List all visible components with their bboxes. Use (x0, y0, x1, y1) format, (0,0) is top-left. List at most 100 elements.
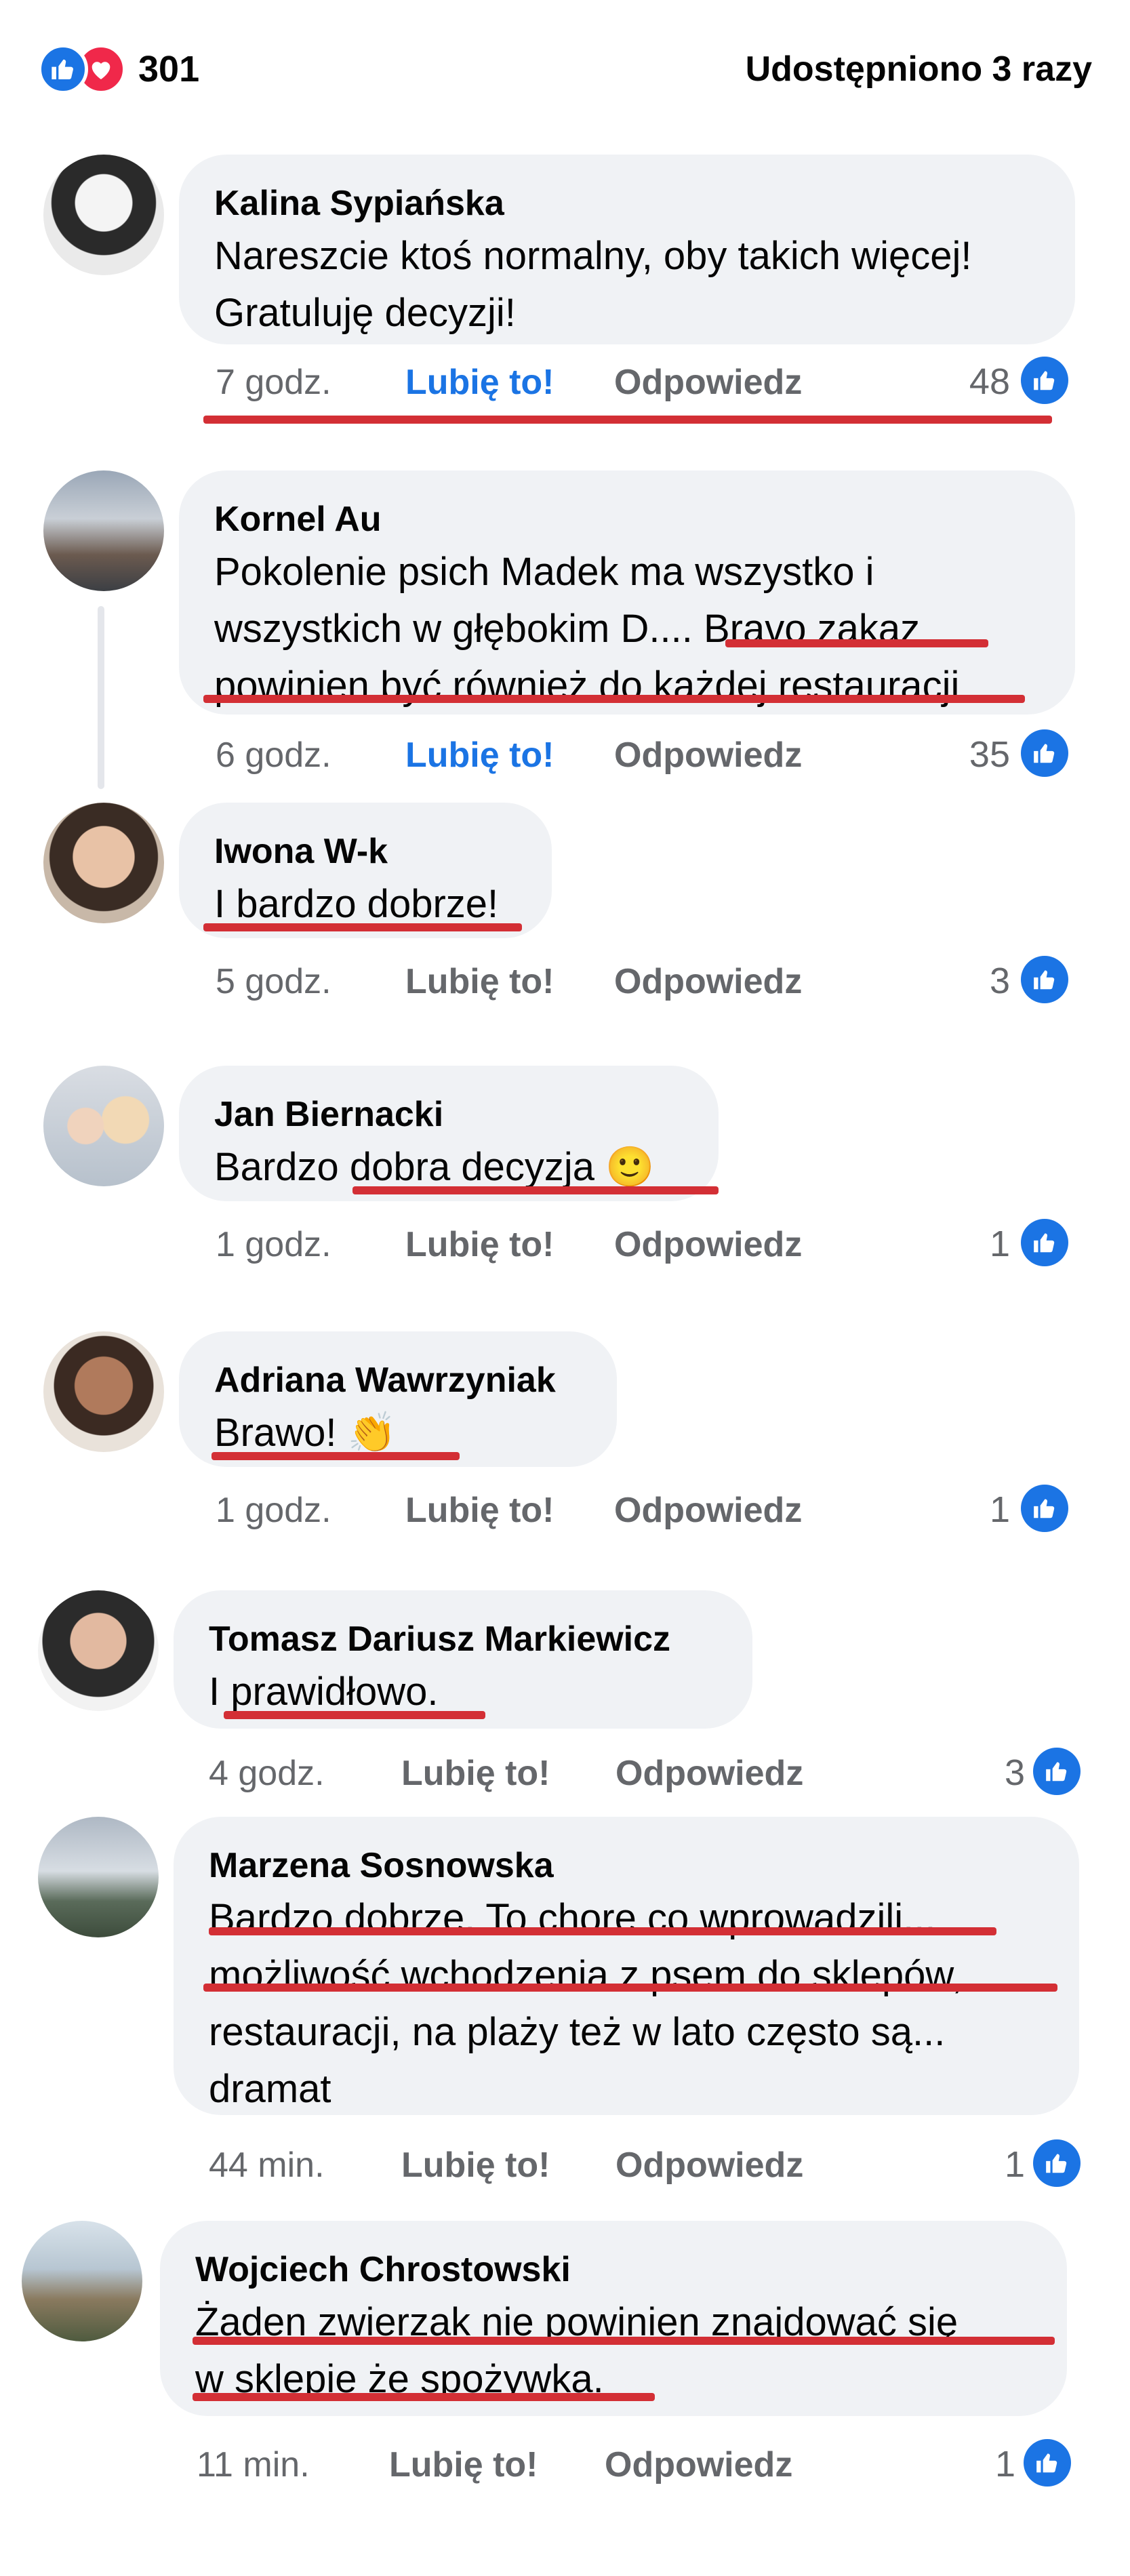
comment-actions: 44 min. Lubię to! Odpowiedz 1 (209, 2138, 1104, 2192)
thumbs-up-icon (1021, 1485, 1068, 1532)
avatar[interactable] (43, 1066, 164, 1186)
highlight-underline (209, 1927, 996, 1935)
like-count[interactable]: 1 (1005, 2144, 1025, 2186)
comment-bubble: Adriana Wawrzyniak Brawo! 👏 (179, 1331, 617, 1467)
comment-text-line: powinien być również do każdej restaurac… (214, 664, 960, 708)
comment-text-line: możliwość wchodzenia z psem do sklepów, (209, 1953, 963, 1997)
highlight-underline (211, 1452, 460, 1460)
comment-actions: 7 godz. Lubię to! Odpowiedz 48 (216, 355, 1110, 409)
thumbs-up-icon (1033, 2139, 1081, 2187)
thumbs-up-icon (1021, 357, 1068, 404)
comment-bubble: Iwona W-k I bardzo dobrze! (179, 803, 552, 938)
reply-button[interactable]: Odpowiedz (614, 961, 802, 1002)
comment-author[interactable]: Wojciech Chrostowski (195, 2248, 1032, 2291)
comment-author[interactable]: Jan Biernacki (214, 1093, 683, 1136)
like-button[interactable]: Lubię to! (405, 1490, 554, 1531)
highlight-underline (203, 695, 1025, 703)
like-count[interactable]: 48 (969, 361, 1010, 403)
shares-count-link[interactable]: Udostępniono 3 razy (746, 49, 1092, 89)
comment-actions: 1 godz. Lubię to! Odpowiedz 1 (216, 1217, 1110, 1272)
thumbs-up-icon (1033, 1748, 1081, 1795)
comment-actions: 4 godz. Lubię to! Odpowiedz 3 (209, 1746, 1104, 1800)
comment-text-line: Pokolenie psich Madek ma wszystko i (214, 550, 874, 594)
comment-bubble: Kornel Au Pokolenie psich Madek ma wszyst… (179, 470, 1075, 715)
reply-button[interactable]: Odpowiedz (616, 1753, 803, 1794)
comment-timestamp[interactable]: 5 godz. (216, 961, 331, 1002)
comment-actions: 1 godz. Lubię to! Odpowiedz 1 (216, 1483, 1110, 1537)
comment-timestamp[interactable]: 1 godz. (216, 1224, 331, 1265)
comment-bubble: Tomasz Dariusz Markiewicz I prawidłowo. (174, 1590, 752, 1729)
comment-bubble: Marzena Sosnowska Bardzo dobrze. To chore… (174, 1817, 1079, 2115)
avatar[interactable] (38, 1590, 159, 1711)
comment-text-line: Nareszcie ktoś normalny, oby takich więc… (214, 234, 972, 278)
avatar[interactable] (43, 1331, 164, 1452)
comment-timestamp[interactable]: 4 godz. (209, 1753, 325, 1794)
reply-button[interactable]: Odpowiedz (614, 735, 802, 776)
thumbs-up-icon (1024, 2439, 1071, 2487)
like-count[interactable]: 1 (990, 1489, 1010, 1531)
like-button[interactable]: Lubię to! (405, 961, 554, 1002)
highlight-underline (352, 1186, 719, 1194)
reply-thread-line (98, 606, 104, 789)
like-button[interactable]: Lubię to! (401, 2145, 550, 2186)
comment-timestamp[interactable]: 6 godz. (216, 735, 331, 776)
avatar[interactable] (43, 470, 164, 591)
comment-bubble: Kalina Sypiańska Nareszcie ktoś normalny,… (179, 155, 1075, 344)
comment-timestamp[interactable]: 1 godz. (216, 1490, 331, 1531)
highlight-underline (203, 923, 522, 931)
avatar[interactable] (38, 1817, 159, 1937)
comment-bubble: Wojciech Chrostowski Żaden zwierzak nie p… (160, 2221, 1067, 2416)
like-count[interactable]: 1 (995, 2443, 1015, 2485)
comment-author[interactable]: Iwona W-k (214, 830, 517, 873)
comment-timestamp[interactable]: 7 godz. (216, 362, 331, 403)
comment-text-line: wszystkich w głębokim D.... Bravo zakaz (214, 607, 921, 651)
highlight-underline (224, 1711, 485, 1719)
reply-button[interactable]: Odpowiedz (605, 2444, 792, 2485)
like-button[interactable]: Lubię to! (405, 735, 554, 776)
highlight-underline (203, 1984, 1057, 1992)
comment-author[interactable]: Kalina Sypiańska (214, 182, 1040, 225)
reaction-count: 301 (138, 49, 200, 89)
reply-button[interactable]: Odpowiedz (614, 1224, 802, 1265)
comment-actions: 11 min. Lubię to! Odpowiedz 1 (197, 2438, 1091, 2492)
comment-text: Pokolenie psich Madek ma wszystko i wszys… (214, 544, 1040, 715)
post-reactions-bar: 301 Udostępniono 3 razy (0, 0, 1130, 136)
comment-timestamp[interactable]: 44 min. (209, 2145, 325, 2186)
highlight-underline (193, 2393, 655, 2401)
like-button[interactable]: Lubię to! (405, 362, 554, 403)
comment-text-line: dramat (209, 2067, 331, 2111)
comment-text-line: Gratuluję decyzji! (214, 291, 516, 335)
comment-text: Żaden zwierzak nie powinien znajdować si… (195, 2294, 1032, 2408)
thumbs-up-icon (1021, 1219, 1068, 1266)
comment-text: Nareszcie ktoś normalny, oby takich więc… (214, 228, 1040, 342)
comment-author[interactable]: Adriana Wawrzyniak (214, 1359, 582, 1402)
like-count[interactable]: 1 (990, 1223, 1010, 1265)
highlight-underline (203, 416, 1052, 424)
comment-author[interactable]: Marzena Sosnowska (209, 1844, 1044, 1887)
reply-button[interactable]: Odpowiedz (614, 1490, 802, 1531)
thumbs-up-icon (1021, 729, 1068, 777)
like-count[interactable]: 3 (990, 960, 1010, 1002)
comment-timestamp[interactable]: 11 min. (197, 2444, 310, 2485)
thumbs-up-icon (1021, 956, 1068, 1003)
comment-actions: 6 godz. Lubię to! Odpowiedz 35 (216, 728, 1110, 782)
like-count[interactable]: 3 (1005, 1752, 1025, 1794)
comment-author[interactable]: Tomasz Dariusz Markiewicz (209, 1617, 717, 1661)
comment-text: Bardzo dobrze. To chore co wprowadzili..… (209, 1890, 1044, 2118)
reply-button[interactable]: Odpowiedz (614, 362, 802, 403)
avatar[interactable] (43, 155, 164, 275)
comment-bubble: Jan Biernacki Bardzo dobra decyzja 🙂 (179, 1066, 719, 1201)
reaction-summary[interactable]: 301 (38, 42, 199, 96)
avatar[interactable] (43, 803, 164, 923)
like-button[interactable]: Lubię to! (405, 1224, 554, 1265)
comment-actions: 5 godz. Lubię to! Odpowiedz 3 (216, 954, 1110, 1009)
like-reaction-icon (38, 44, 88, 94)
like-count[interactable]: 35 (969, 733, 1010, 776)
like-button[interactable]: Lubię to! (401, 1753, 550, 1794)
reply-button[interactable]: Odpowiedz (616, 2145, 803, 2186)
avatar[interactable] (22, 2221, 142, 2341)
highlight-underline (725, 639, 988, 647)
like-button[interactable]: Lubię to! (389, 2444, 538, 2485)
comment-text-line: Bardzo dobrze. To chore co wprowadzili..… (209, 1896, 936, 1940)
comment-author[interactable]: Kornel Au (214, 498, 1040, 541)
